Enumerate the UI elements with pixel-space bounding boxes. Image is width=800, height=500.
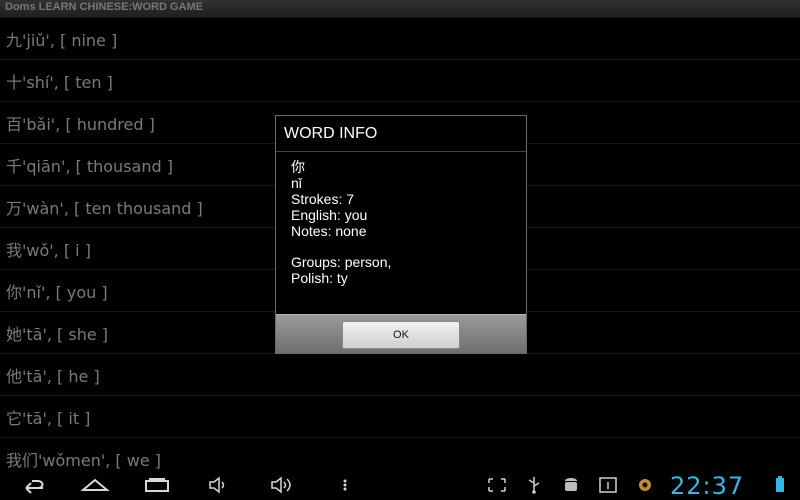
recent-apps-icon[interactable] xyxy=(142,475,172,495)
back-icon[interactable] xyxy=(18,475,48,495)
word-groups: Groups: person, xyxy=(291,254,392,270)
word-character: 你 xyxy=(291,159,305,175)
notification-1-icon xyxy=(594,475,622,495)
word-polish: Polish: ty xyxy=(291,270,348,286)
word-english: English: you xyxy=(291,207,368,223)
battery-icon xyxy=(770,475,790,495)
clock: 22:37 xyxy=(670,472,745,500)
home-icon[interactable] xyxy=(80,475,110,495)
ok-button[interactable]: OK xyxy=(342,321,460,349)
dialog-body: 你 nǐ Strokes: 7 English: you Notes: none… xyxy=(291,159,391,286)
menu-icon[interactable] xyxy=(330,475,360,495)
dialog-header: WORD INFO xyxy=(276,116,526,152)
word-strokes: Strokes: 7 xyxy=(291,191,355,207)
settings-icon xyxy=(631,475,659,495)
word-pinyin: nǐ xyxy=(291,175,302,191)
word-info-dialog: WORD INFO 你 nǐ Strokes: 7 English: you N… xyxy=(275,115,527,354)
usb-icon xyxy=(520,475,548,495)
system-navigation-bar: 22:37 xyxy=(0,470,800,500)
volume-up-icon[interactable] xyxy=(266,475,296,495)
dialog-title: WORD INFO xyxy=(284,125,378,142)
word-notes: Notes: none xyxy=(291,223,367,239)
dialog-button-bar: OK xyxy=(276,314,526,353)
screenshot-icon xyxy=(483,475,511,495)
android-debug-icon xyxy=(557,475,585,495)
volume-down-icon[interactable] xyxy=(204,475,234,495)
